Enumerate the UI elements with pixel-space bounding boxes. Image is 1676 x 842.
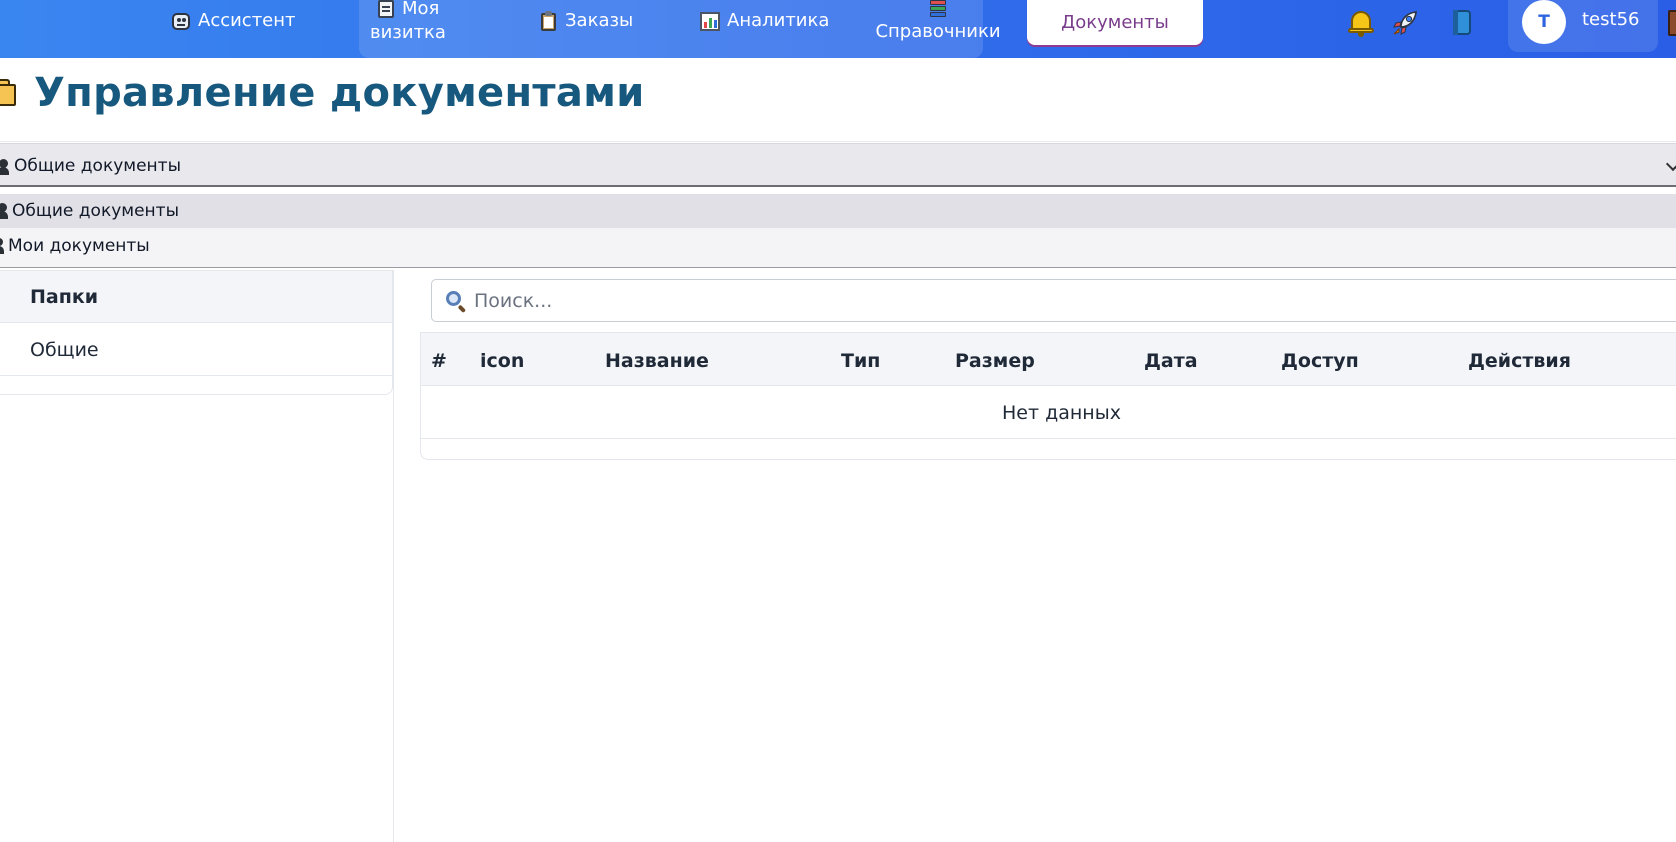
table-empty-row: Нет данных <box>421 386 1676 439</box>
nav-item-label-line2: визитка <box>370 22 446 43</box>
select-value: Общие документы <box>14 156 181 176</box>
folders-title: Папки <box>30 286 99 308</box>
user-name: test56 <box>1582 9 1640 30</box>
person-icon <box>0 238 4 254</box>
nav-item-analytics[interactable]: Аналитика <box>699 9 829 33</box>
search-box[interactable] <box>431 279 1676 322</box>
column-header-number[interactable]: # <box>431 350 447 372</box>
books-icon <box>927 0 949 20</box>
documents-table: # icon Название Тип Размер Дата Доступ Д… <box>420 332 1676 460</box>
clipboard-icon <box>537 10 559 32</box>
option-my-documents[interactable]: Мои документы <box>0 229 1676 263</box>
nav-item-label: Заказы <box>565 10 634 31</box>
search-input[interactable] <box>474 286 1674 316</box>
nav-item-label: Ассистент <box>198 10 296 31</box>
column-header-actions[interactable]: Действия <box>1468 350 1571 372</box>
column-header-access[interactable]: Доступ <box>1281 350 1359 372</box>
folder-item-shared[interactable]: Общие <box>0 323 392 376</box>
scope-options-list: Общие документы Мои документы <box>0 194 1676 268</box>
people-icon <box>0 159 9 175</box>
column-header-icon[interactable]: icon <box>480 350 524 372</box>
nav-item-assistant[interactable]: Ассистент <box>170 9 296 33</box>
book-icon[interactable] <box>1447 8 1477 38</box>
nav-active-label: Документы <box>1061 12 1169 33</box>
robot-icon <box>170 10 192 32</box>
user-menu[interactable]: T test56 <box>1508 0 1658 52</box>
nav-item-label-line1: Моя <box>402 0 440 19</box>
column-header-date[interactable]: Дата <box>1144 350 1198 372</box>
folders-header: Папки <box>0 271 392 323</box>
folders-sidebar: Папки Общие <box>0 270 394 842</box>
people-icon <box>0 203 8 219</box>
nav-item-label: Справочники <box>875 21 1001 42</box>
search-icon <box>445 290 467 314</box>
documents-page: Ассистент Моя визитка Заказы Аналитика С… <box>0 0 1676 842</box>
chart-icon <box>699 10 721 32</box>
empty-state-text: Нет данных <box>1002 402 1121 424</box>
nav-item-orders[interactable]: Заказы <box>537 9 633 33</box>
column-header-name[interactable]: Название <box>605 350 709 372</box>
rocket-icon[interactable] <box>1390 8 1420 38</box>
top-navigation: Ассистент Моя визитка Заказы Аналитика С… <box>0 0 1676 58</box>
exit-door-icon[interactable] <box>1668 10 1676 36</box>
table-header: # icon Название Тип Размер Дата Доступ Д… <box>421 333 1676 386</box>
column-header-type[interactable]: Тип <box>841 350 880 372</box>
document-scope-select[interactable]: Общие документы <box>0 143 1676 187</box>
option-shared-documents[interactable]: Общие документы <box>0 194 1676 228</box>
option-label: Мои документы <box>8 236 150 256</box>
folder-item-label: Общие <box>30 339 99 361</box>
nav-item-documents[interactable]: Документы <box>1027 0 1203 45</box>
avatar: T <box>1522 0 1566 44</box>
business-card-icon <box>375 0 397 20</box>
nav-item-label: Аналитика <box>727 10 830 31</box>
option-label: Общие документы <box>12 201 179 221</box>
bell-icon[interactable] <box>1346 8 1376 38</box>
column-header-size[interactable]: Размер <box>955 350 1035 372</box>
page-title: Управление документами <box>34 70 645 116</box>
folders-card: Папки Общие <box>0 270 393 395</box>
folder-icon <box>0 79 16 106</box>
nav-item-business-card[interactable]: Моя визитка <box>370 0 490 54</box>
nav-item-directories[interactable]: Справочники <box>875 0 1001 44</box>
chevron-down-icon <box>1665 156 1676 172</box>
